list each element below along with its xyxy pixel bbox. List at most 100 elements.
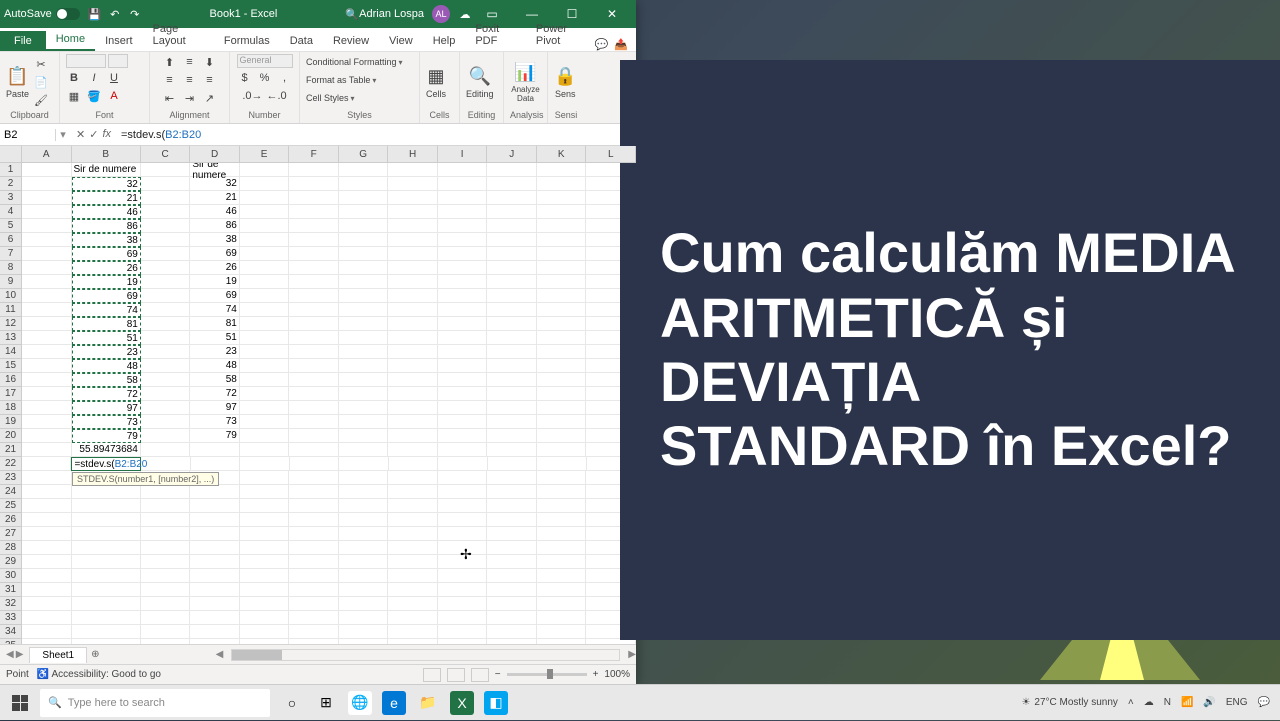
cell[interactable] [240, 289, 290, 303]
cell[interactable] [141, 583, 191, 597]
cell[interactable] [289, 541, 339, 555]
cell[interactable]: 48 [190, 359, 240, 373]
row-header[interactable]: 5 [0, 219, 22, 233]
cell[interactable] [487, 275, 537, 289]
onenote-tray-icon[interactable]: N [1164, 697, 1171, 708]
cell[interactable]: 23 [72, 345, 141, 359]
cell[interactable] [240, 429, 290, 443]
cell[interactable] [487, 345, 537, 359]
cell[interactable] [537, 163, 587, 177]
cell[interactable]: 97 [72, 401, 141, 415]
cell[interactable] [141, 541, 191, 555]
cell[interactable] [537, 331, 587, 345]
cell[interactable] [339, 583, 389, 597]
cell[interactable] [240, 373, 290, 387]
cell[interactable] [388, 625, 438, 639]
cell[interactable] [141, 639, 191, 644]
cell[interactable]: 46 [190, 205, 240, 219]
cell[interactable] [289, 233, 339, 247]
analyze-button[interactable]: 📊Analyze Data [510, 62, 541, 103]
cell[interactable] [339, 401, 389, 415]
app-icon[interactable]: ◧ [484, 691, 508, 715]
cell[interactable] [537, 219, 587, 233]
cell[interactable] [190, 541, 240, 555]
cell[interactable] [487, 233, 537, 247]
cell[interactable] [72, 597, 141, 611]
row-header[interactable]: 17 [0, 387, 22, 401]
cell[interactable] [240, 303, 290, 317]
cell[interactable] [289, 639, 339, 644]
cell[interactable] [240, 317, 290, 331]
cell[interactable] [438, 513, 488, 527]
cell[interactable] [141, 499, 191, 513]
taskbar-search[interactable]: 🔍 Type here to search [40, 689, 270, 717]
cell[interactable] [537, 233, 587, 247]
cell[interactable] [240, 275, 290, 289]
tab-powerpivot[interactable]: Power Pivot [526, 19, 595, 51]
cell[interactable]: 81 [190, 317, 240, 331]
cell[interactable] [537, 415, 587, 429]
row-header[interactable]: 9 [0, 275, 22, 289]
row-header[interactable]: 6 [0, 233, 22, 247]
cell[interactable] [289, 443, 339, 457]
cell[interactable] [537, 177, 587, 191]
cell[interactable] [72, 555, 141, 569]
cell[interactable] [537, 527, 587, 541]
cell[interactable] [190, 583, 240, 597]
cell[interactable] [240, 499, 290, 513]
cell[interactable] [141, 331, 191, 345]
share-icon[interactable]: 📤 [614, 38, 628, 51]
cell[interactable] [339, 317, 389, 331]
cell[interactable] [537, 583, 587, 597]
row-header[interactable]: 3 [0, 191, 22, 205]
cell[interactable] [388, 555, 438, 569]
cell[interactable] [22, 443, 72, 457]
cell[interactable] [289, 191, 339, 205]
cell[interactable] [22, 345, 72, 359]
cell[interactable] [72, 625, 141, 639]
cell[interactable] [339, 443, 389, 457]
row-header[interactable]: 12 [0, 317, 22, 331]
cell[interactable] [289, 401, 339, 415]
cell[interactable] [290, 457, 339, 471]
cell[interactable]: 48 [72, 359, 141, 373]
cell[interactable] [141, 247, 191, 261]
cell[interactable] [438, 625, 488, 639]
cell[interactable] [339, 387, 389, 401]
cell[interactable] [141, 443, 191, 457]
borders-icon[interactable]: ▦ [66, 88, 82, 104]
formula-bar[interactable]: =stdev.s(B2:B20 [117, 129, 636, 141]
cell[interactable] [240, 387, 290, 401]
cell[interactable] [289, 289, 339, 303]
cell[interactable] [488, 457, 537, 471]
col-header-F[interactable]: F [289, 146, 339, 163]
cell[interactable] [191, 457, 240, 471]
underline-button[interactable]: U [106, 70, 122, 86]
cell[interactable] [72, 541, 141, 555]
cell[interactable] [141, 485, 191, 499]
cell[interactable]: 21 [72, 191, 141, 205]
cell[interactable] [72, 485, 141, 499]
cell[interactable]: 74 [190, 303, 240, 317]
cell[interactable] [537, 387, 587, 401]
align-middle-icon[interactable]: ≡ [182, 54, 198, 70]
cell[interactable] [438, 415, 488, 429]
cell[interactable] [388, 275, 438, 289]
cell[interactable] [289, 513, 339, 527]
cell[interactable] [289, 317, 339, 331]
cell[interactable] [141, 233, 191, 247]
cell[interactable] [388, 247, 438, 261]
cut-icon[interactable]: ✂ [33, 56, 49, 72]
percent-icon[interactable]: % [257, 70, 273, 86]
row-header[interactable]: 15 [0, 359, 22, 373]
cell[interactable] [487, 401, 537, 415]
cell[interactable] [141, 429, 191, 443]
sheet-tab[interactable]: Sheet1 [29, 647, 87, 663]
cell[interactable] [22, 513, 72, 527]
cell[interactable] [388, 597, 438, 611]
cell[interactable] [141, 513, 191, 527]
cell[interactable]: 21 [190, 191, 240, 205]
cell[interactable] [240, 527, 290, 541]
cell[interactable] [289, 177, 339, 191]
cell[interactable] [487, 303, 537, 317]
